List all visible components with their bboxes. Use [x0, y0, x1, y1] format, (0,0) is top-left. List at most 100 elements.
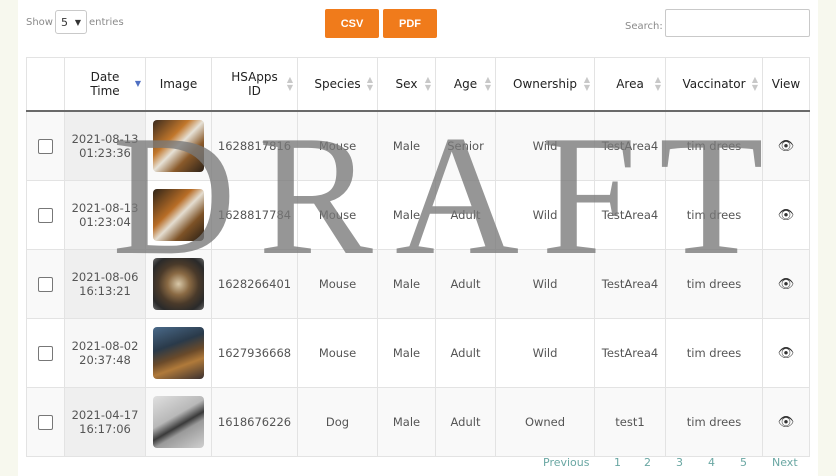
area-cell: TestArea4: [594, 249, 666, 319]
sort-desc-icon: ▼: [134, 79, 141, 88]
previous-page-link[interactable]: Previous: [543, 456, 590, 469]
view-cell: 👁: [762, 318, 810, 388]
pdf-button[interactable]: PDF: [383, 9, 437, 38]
date-time-cell: 2021-08-13 01:23:04: [64, 180, 146, 250]
ownership-cell: Wild: [495, 318, 595, 388]
eye-icon[interactable]: 👁: [778, 277, 795, 292]
records-table: Date Time ▼ Image HSApps ID ▲ ▼ Species ▲…: [26, 57, 810, 457]
animal-photo-thumbnail[interactable]: [153, 258, 204, 310]
animal-photo-thumbnail[interactable]: [153, 327, 204, 379]
header-area[interactable]: Area ▲ ▼: [594, 57, 666, 112]
table-row: 2021-08-02 20:37:48 1627936668 Mouse Male…: [26, 318, 810, 388]
csv-button[interactable]: CSV: [325, 9, 379, 38]
page-link-3[interactable]: 3: [676, 456, 683, 469]
ownership-cell: Wild: [495, 180, 595, 250]
view-cell: 👁: [762, 387, 810, 457]
image-cell: [145, 387, 212, 457]
header-select: [26, 57, 65, 112]
vaccinator-cell: tim drees: [665, 180, 763, 250]
sort-icon: ▲ ▼: [286, 75, 293, 92]
header-species[interactable]: Species ▲ ▼: [297, 57, 378, 112]
animal-photo-thumbnail[interactable]: [153, 120, 204, 172]
image-cell: [145, 249, 212, 319]
row-checkbox[interactable]: [38, 138, 53, 154]
header-vaccinator[interactable]: Vaccinator ▲ ▼: [665, 57, 763, 112]
eye-icon[interactable]: 👁: [778, 139, 795, 154]
show-label: Show: [26, 16, 53, 28]
sex-cell: Male: [377, 180, 436, 250]
header-date-time[interactable]: Date Time ▼: [64, 57, 146, 112]
age-cell: Adult: [435, 318, 496, 388]
entries-label: entries: [88, 16, 124, 28]
row-select-cell: [26, 110, 65, 181]
table-row: 2021-08-13 01:23:04 1628817784 Mouse Male…: [26, 180, 810, 250]
row-select-cell: [26, 249, 65, 319]
row-checkbox[interactable]: [38, 276, 53, 292]
table-header-row: Date Time ▼ Image HSApps ID ▲ ▼ Species ▲…: [26, 57, 810, 112]
hsapps-id-cell: 1627936668: [211, 318, 298, 388]
sort-icon: ▲ ▼: [583, 75, 590, 92]
row-select-cell: [26, 180, 65, 250]
age-cell: Adult: [435, 387, 496, 457]
date-time-cell: 2021-08-06 16:13:21: [64, 249, 146, 319]
entries-value: 5: [60, 15, 68, 29]
animal-photo-thumbnail[interactable]: [153, 396, 204, 448]
species-cell: Mouse: [297, 180, 378, 250]
eye-icon[interactable]: 👁: [778, 415, 795, 430]
table-row: 2021-08-13 01:23:36 1628817816 Mouse Male…: [26, 110, 810, 181]
page-link-2[interactable]: 2: [644, 456, 651, 469]
page-link-4[interactable]: 4: [708, 456, 715, 469]
vaccinator-cell: tim drees: [665, 318, 763, 388]
vaccinator-cell: tim drees: [665, 249, 763, 319]
eye-icon[interactable]: 👁: [778, 208, 795, 223]
ownership-cell: Wild: [495, 249, 595, 319]
next-page-link[interactable]: Next: [772, 456, 798, 469]
area-cell: TestArea4: [594, 180, 666, 250]
view-cell: 👁: [762, 180, 810, 250]
page-link-1[interactable]: 1: [614, 456, 621, 469]
entries-select[interactable]: 5 ▼: [54, 10, 87, 34]
animal-photo-thumbnail[interactable]: [153, 189, 204, 241]
date-time-cell: 2021-08-13 01:23:36: [64, 110, 146, 181]
header-sex[interactable]: Sex ▲ ▼: [377, 57, 436, 112]
row-checkbox[interactable]: [38, 345, 53, 361]
header-age[interactable]: Age ▲ ▼: [435, 57, 496, 112]
ownership-cell: Wild: [495, 110, 595, 181]
hsapps-id-cell: 1628817816: [211, 110, 298, 181]
area-cell: TestArea4: [594, 318, 666, 388]
entries-length-control: Show 5 ▼ entries: [26, 10, 124, 34]
sex-cell: Male: [377, 249, 436, 319]
view-cell: 👁: [762, 110, 810, 181]
area-cell: TestArea4: [594, 110, 666, 181]
sort-icon: ▲ ▼: [424, 75, 431, 92]
page-link-5[interactable]: 5: [740, 456, 747, 469]
row-select-cell: [26, 387, 65, 457]
header-image: Image: [145, 57, 212, 112]
row-checkbox[interactable]: [38, 207, 53, 223]
table-row: 2021-08-06 16:13:21 1628266401 Mouse Male…: [26, 249, 810, 319]
header-ownership[interactable]: Ownership ▲ ▼: [495, 57, 595, 112]
image-cell: [145, 318, 212, 388]
eye-icon[interactable]: 👁: [778, 346, 795, 361]
hsapps-id-cell: 1628817784: [211, 180, 298, 250]
species-cell: Mouse: [297, 318, 378, 388]
search-input[interactable]: [665, 9, 810, 37]
species-cell: Dog: [297, 387, 378, 457]
header-view: View: [762, 57, 810, 112]
species-cell: Mouse: [297, 249, 378, 319]
age-cell: Adult: [435, 249, 496, 319]
age-cell: Senior: [435, 110, 496, 181]
sex-cell: Male: [377, 387, 436, 457]
date-time-cell: 2021-04-17 16:17:06: [64, 387, 146, 457]
image-cell: [145, 180, 212, 250]
sex-cell: Male: [377, 110, 436, 181]
sort-icon: ▲ ▼: [654, 75, 661, 92]
row-checkbox[interactable]: [38, 414, 53, 430]
hsapps-id-cell: 1618676226: [211, 387, 298, 457]
view-cell: 👁: [762, 249, 810, 319]
row-select-cell: [26, 318, 65, 388]
table-row: 2021-04-17 16:17:06 1618676226 Dog Male A…: [26, 387, 810, 457]
sort-icon: ▲ ▼: [484, 75, 491, 92]
header-hsapps-id[interactable]: HSApps ID ▲ ▼: [211, 57, 298, 112]
sex-cell: Male: [377, 318, 436, 388]
